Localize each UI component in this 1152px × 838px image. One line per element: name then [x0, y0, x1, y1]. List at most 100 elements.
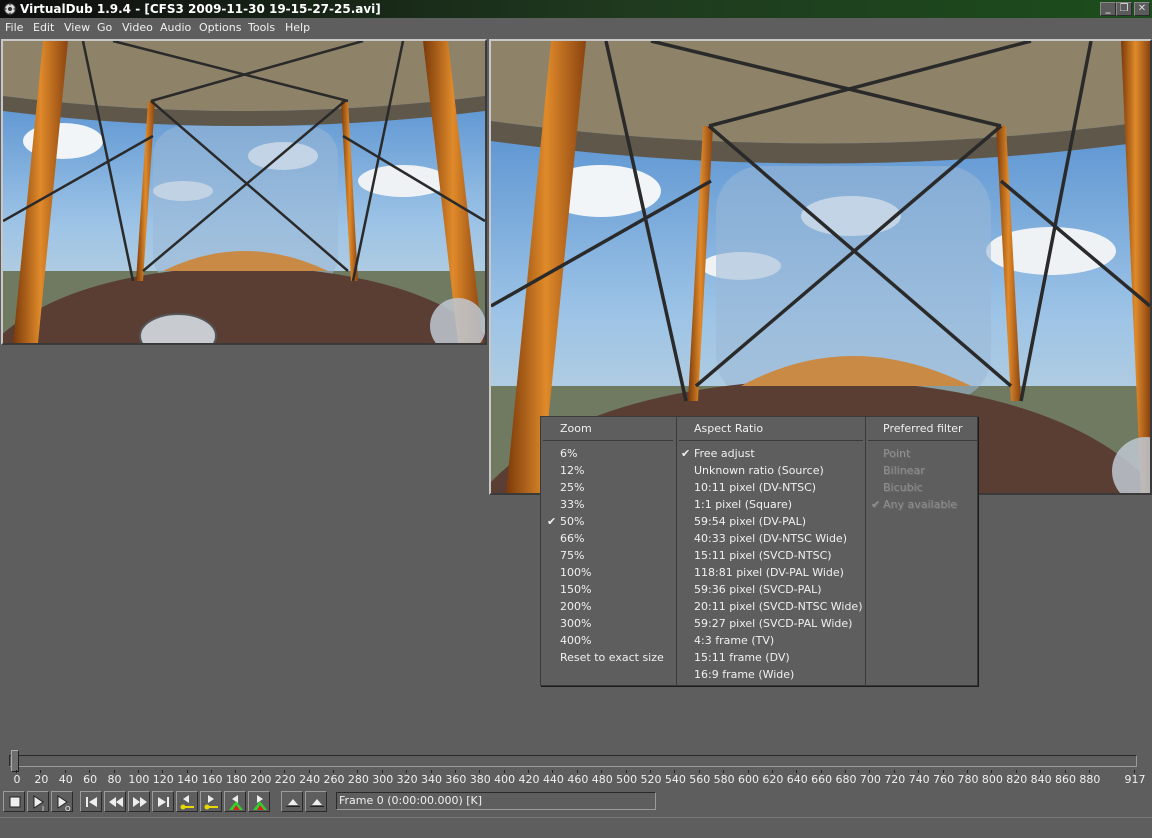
timeline-tick-label: 880: [1079, 773, 1101, 786]
prev-keyframe-button[interactable]: [176, 791, 198, 812]
timeline-slider-track[interactable]: [9, 755, 1137, 767]
input-video-pane[interactable]: [1, 39, 487, 345]
zoom-item[interactable]: 100%: [560, 564, 591, 581]
zoom-item[interactable]: 75%: [560, 547, 584, 564]
prev-keyframe-icon: [180, 795, 194, 810]
timeline-tick-label: 60: [83, 773, 98, 786]
timeline-tick-label: 600: [738, 773, 760, 786]
zoom-item[interactable]: Reset to exact size: [560, 649, 664, 666]
mark-out-button[interactable]: [305, 791, 327, 812]
timeline-tick-label: 520: [640, 773, 662, 786]
zoom-item[interactable]: 33%: [560, 496, 584, 513]
menu-edit[interactable]: Edit: [33, 18, 54, 38]
next-frame-icon: [133, 797, 147, 807]
timeline-tick-label: 340: [421, 773, 443, 786]
timeline-tick-label: 120: [152, 773, 174, 786]
menu-file[interactable]: File: [5, 18, 23, 38]
timeline-tick-label: 460: [567, 773, 589, 786]
prev-frame-button[interactable]: [104, 791, 126, 812]
next-scene-button[interactable]: [248, 791, 270, 812]
zoom-item[interactable]: 12%: [560, 462, 584, 479]
menu-video[interactable]: Video: [122, 18, 153, 38]
filter-item: Any available: [883, 498, 958, 511]
timeline-tick-label: 820: [1006, 773, 1028, 786]
aspect-item[interactable]: 1:1 pixel (Square): [694, 496, 792, 513]
zoom-item[interactable]: 66%: [560, 530, 584, 547]
mark-in-icon: [286, 799, 300, 807]
zoom-item[interactable]: 25%: [560, 479, 584, 496]
zoom-item[interactable]: 200%: [560, 598, 591, 615]
timeline-tick-label: 320: [396, 773, 418, 786]
menu-bar: File Edit View Go Video Audio Options To…: [0, 18, 1152, 38]
timeline-tick-label: 760: [933, 773, 955, 786]
timeline-tick-label: 580: [713, 773, 735, 786]
menu-help[interactable]: Help: [285, 18, 310, 38]
maximize-button[interactable]: ❐: [1116, 2, 1132, 16]
aspect-item[interactable]: 59:54 pixel (DV-PAL): [694, 513, 806, 530]
timeline-tick-label: 440: [542, 773, 564, 786]
timeline-tick-label: 380: [469, 773, 491, 786]
zoom-item[interactable]: 150%: [560, 581, 591, 598]
prev-scene-button[interactable]: [224, 791, 246, 812]
timeline-tick-label: 260: [323, 773, 345, 786]
stop-button[interactable]: [3, 791, 25, 812]
timeline-tick-label: 700: [859, 773, 881, 786]
zoom-separator: [543, 440, 673, 441]
zoom-item[interactable]: 50%: [560, 513, 584, 530]
timeline-slider-thumb[interactable]: [11, 750, 19, 772]
window-title: VirtualDub 1.9.4 - [CFS3 2009-11-30 19-1…: [20, 2, 381, 16]
aspect-item[interactable]: 59:27 pixel (SVCD-PAL Wide): [694, 615, 852, 632]
stop-icon: [9, 796, 21, 808]
zoom-item[interactable]: 300%: [560, 615, 591, 632]
zoom-item[interactable]: 400%: [560, 632, 591, 649]
svg-text:O: O: [65, 805, 71, 811]
timeline-tick-label: 780: [957, 773, 979, 786]
aspect-item[interactable]: 40:33 pixel (DV-NTSC Wide): [694, 530, 847, 547]
aspect-item[interactable]: 15:11 pixel (SVCD-NTSC): [694, 547, 832, 564]
timeline-tick-label: 640: [786, 773, 808, 786]
input-video-frame: [3, 41, 485, 343]
display-context-menu: Zoom 6% 12% 25% 33% 50% ✔ 66% 75% 100% 150% 200% 30…: [540, 416, 978, 686]
prev-frame-icon: [109, 797, 123, 807]
timeline-tick-label: 20: [34, 773, 49, 786]
next-keyframe-button[interactable]: [200, 791, 222, 812]
filter-item: Point: [883, 447, 911, 460]
timeline-tick-label: 660: [811, 773, 833, 786]
aspect-item[interactable]: 118:81 pixel (DV-PAL Wide): [694, 564, 844, 581]
svg-text:I: I: [42, 805, 44, 811]
timeline-tick-label: 40: [58, 773, 73, 786]
timeline-ruler: 0 20 40 60 80 100 120 140 160 180 200 220 240 260 280 3…: [0, 770, 1152, 786]
play-output-icon: O: [57, 795, 71, 811]
menu-tools[interactable]: Tools: [248, 18, 275, 38]
play-output-button[interactable]: O: [51, 791, 73, 812]
aspect-item[interactable]: 15:11 frame (DV): [694, 649, 790, 666]
play-input-button[interactable]: I: [27, 791, 49, 812]
filter-item: Bicubic: [883, 481, 923, 494]
zoom-item[interactable]: 6%: [560, 445, 577, 462]
aspect-item[interactable]: Unknown ratio (Source): [694, 462, 824, 479]
aspect-item[interactable]: 16:9 frame (Wide): [694, 666, 794, 683]
next-frame-button[interactable]: [128, 791, 150, 812]
menu-options[interactable]: Options: [199, 18, 241, 38]
aspect-item[interactable]: 4:3 frame (TV): [694, 632, 774, 649]
menu-audio[interactable]: Audio: [160, 18, 191, 38]
close-button[interactable]: ✕: [1134, 2, 1150, 16]
aspect-item[interactable]: 10:11 pixel (DV-NTSC): [694, 479, 816, 496]
aspect-item[interactable]: 59:36 pixel (SVCD-PAL): [694, 581, 822, 598]
minimize-button[interactable]: _: [1100, 2, 1116, 16]
aspect-item[interactable]: 20:11 pixel (SVCD-NTSC Wide): [694, 598, 863, 615]
menu-go[interactable]: Go: [97, 18, 112, 38]
mark-in-button[interactable]: [281, 791, 303, 812]
aspect-item[interactable]: Free adjust: [694, 445, 755, 462]
title-bar: VirtualDub 1.9.4 - [CFS3 2009-11-30 19-1…: [0, 0, 1152, 18]
next-keyframe-icon: [204, 795, 218, 810]
filter-header: Preferred filter: [883, 422, 963, 435]
end-icon: [158, 797, 169, 807]
next-scene-icon: [253, 795, 267, 810]
end-button[interactable]: [152, 791, 174, 812]
start-button[interactable]: [80, 791, 102, 812]
virtualdub-app-icon[interactable]: [3, 2, 17, 16]
aspect-header: Aspect Ratio: [694, 422, 764, 435]
menu-view[interactable]: View: [64, 18, 90, 38]
timeline-tick-label: 480: [591, 773, 613, 786]
